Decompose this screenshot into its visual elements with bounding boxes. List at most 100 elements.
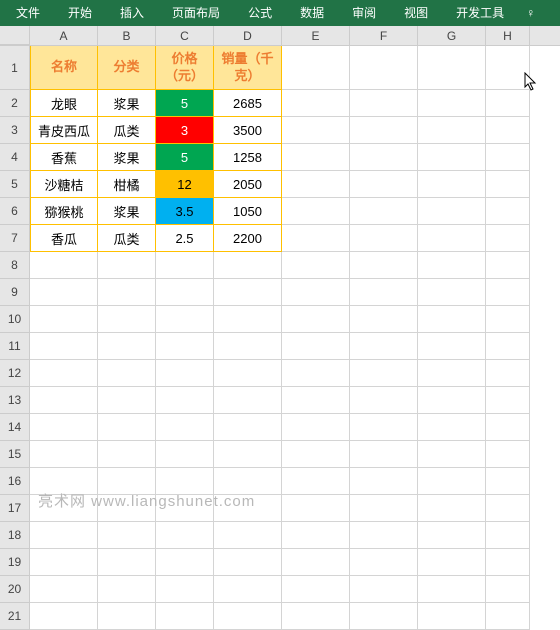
cell-cat-0[interactable]: 浆果 bbox=[98, 90, 156, 117]
cell-blank[interactable] bbox=[214, 387, 282, 414]
cell-empty[interactable] bbox=[350, 225, 418, 252]
ribbon-tab-3[interactable]: 页面布局 bbox=[158, 0, 234, 26]
cell-blank[interactable] bbox=[282, 279, 350, 306]
cell-empty[interactable] bbox=[350, 144, 418, 171]
cell-blank[interactable] bbox=[156, 387, 214, 414]
cell-blank[interactable] bbox=[350, 306, 418, 333]
cell-blank[interactable] bbox=[98, 387, 156, 414]
cell-sales-0[interactable]: 2685 bbox=[214, 90, 282, 117]
col-header-F[interactable]: F bbox=[350, 26, 418, 45]
cell-price-5[interactable]: 2.5 bbox=[156, 225, 214, 252]
col-header-G[interactable]: G bbox=[418, 26, 486, 45]
cell-blank[interactable] bbox=[156, 252, 214, 279]
col-header-D[interactable]: D bbox=[214, 26, 282, 45]
cell-blank[interactable] bbox=[156, 360, 214, 387]
row-header-10[interactable]: 10 bbox=[0, 306, 30, 333]
cell-empty[interactable] bbox=[486, 171, 530, 198]
cell-blank[interactable] bbox=[282, 387, 350, 414]
cell-empty[interactable] bbox=[350, 46, 418, 90]
cell-blank[interactable] bbox=[156, 549, 214, 576]
cell-name-3[interactable]: 沙糖桔 bbox=[30, 171, 98, 198]
col-header-C[interactable]: C bbox=[156, 26, 214, 45]
ribbon-tab-4[interactable]: 公式 bbox=[234, 0, 286, 26]
cell-blank[interactable] bbox=[156, 441, 214, 468]
cell-blank[interactable] bbox=[98, 549, 156, 576]
cell-blank[interactable] bbox=[418, 306, 486, 333]
cell-blank[interactable] bbox=[156, 333, 214, 360]
cell-empty[interactable] bbox=[418, 198, 486, 225]
cell-empty[interactable] bbox=[486, 117, 530, 144]
col-header-H[interactable]: H bbox=[486, 26, 530, 45]
cell-sales-2[interactable]: 1258 bbox=[214, 144, 282, 171]
cell-blank[interactable] bbox=[486, 252, 530, 279]
cell-blank[interactable] bbox=[282, 468, 350, 495]
cell-empty[interactable] bbox=[282, 144, 350, 171]
cell-price-4[interactable]: 3.5 bbox=[156, 198, 214, 225]
select-all-corner[interactable] bbox=[0, 26, 30, 45]
cell-blank[interactable] bbox=[156, 279, 214, 306]
cell-blank[interactable] bbox=[350, 522, 418, 549]
cell-sales-4[interactable]: 1050 bbox=[214, 198, 282, 225]
row-header-17[interactable]: 17 bbox=[0, 495, 30, 522]
cell-blank[interactable] bbox=[350, 360, 418, 387]
cell-blank[interactable] bbox=[156, 306, 214, 333]
cell-blank[interactable] bbox=[30, 333, 98, 360]
cell-blank[interactable] bbox=[98, 522, 156, 549]
ribbon-tab-5[interactable]: 数据 bbox=[286, 0, 338, 26]
cell-blank[interactable] bbox=[486, 333, 530, 360]
cell-blank[interactable] bbox=[98, 441, 156, 468]
cell-empty[interactable] bbox=[282, 90, 350, 117]
cell-blank[interactable] bbox=[30, 360, 98, 387]
cell-blank[interactable] bbox=[418, 333, 486, 360]
cell-price-0[interactable]: 5 bbox=[156, 90, 214, 117]
help-icon[interactable]: ♀ bbox=[526, 6, 535, 20]
row-header-21[interactable]: 21 bbox=[0, 603, 30, 630]
cell-blank[interactable] bbox=[418, 603, 486, 630]
cell-price-2[interactable]: 5 bbox=[156, 144, 214, 171]
cell-empty[interactable] bbox=[418, 225, 486, 252]
cell-empty[interactable] bbox=[350, 171, 418, 198]
cell-blank[interactable] bbox=[486, 603, 530, 630]
cell-empty[interactable] bbox=[350, 117, 418, 144]
row-header-19[interactable]: 19 bbox=[0, 549, 30, 576]
cell-blank[interactable] bbox=[156, 603, 214, 630]
cell-empty[interactable] bbox=[418, 171, 486, 198]
cell-blank[interactable] bbox=[418, 414, 486, 441]
cell-blank[interactable] bbox=[350, 387, 418, 414]
ribbon-tab-0[interactable]: 文件 bbox=[2, 0, 54, 26]
cell-blank[interactable] bbox=[486, 576, 530, 603]
cell-blank[interactable] bbox=[486, 387, 530, 414]
cell-blank[interactable] bbox=[156, 576, 214, 603]
row-header-20[interactable]: 20 bbox=[0, 576, 30, 603]
row-header-18[interactable]: 18 bbox=[0, 522, 30, 549]
cell-empty[interactable] bbox=[486, 225, 530, 252]
cell-blank[interactable] bbox=[486, 495, 530, 522]
row-header-16[interactable]: 16 bbox=[0, 468, 30, 495]
cell-blank[interactable] bbox=[418, 522, 486, 549]
row-header-7[interactable]: 7 bbox=[0, 225, 30, 252]
cell-empty[interactable] bbox=[282, 225, 350, 252]
cell-blank[interactable] bbox=[98, 306, 156, 333]
cell-blank[interactable] bbox=[350, 468, 418, 495]
ribbon-tab-6[interactable]: 审阅 bbox=[338, 0, 390, 26]
cell-blank[interactable] bbox=[486, 549, 530, 576]
cell-blank[interactable] bbox=[214, 441, 282, 468]
row-header-6[interactable]: 6 bbox=[0, 198, 30, 225]
row-header-3[interactable]: 3 bbox=[0, 117, 30, 144]
cell-blank[interactable] bbox=[30, 387, 98, 414]
cell-blank[interactable] bbox=[418, 252, 486, 279]
cell-empty[interactable] bbox=[282, 171, 350, 198]
cell-blank[interactable] bbox=[418, 441, 486, 468]
cell-blank[interactable] bbox=[282, 333, 350, 360]
cell-blank[interactable] bbox=[98, 360, 156, 387]
cell-empty[interactable] bbox=[350, 198, 418, 225]
cell-blank[interactable] bbox=[30, 522, 98, 549]
cell-blank[interactable] bbox=[30, 306, 98, 333]
cell-blank[interactable] bbox=[350, 495, 418, 522]
cell-blank[interactable] bbox=[350, 252, 418, 279]
cell-blank[interactable] bbox=[282, 576, 350, 603]
cell-blank[interactable] bbox=[418, 360, 486, 387]
cell-blank[interactable] bbox=[418, 279, 486, 306]
header-name[interactable]: 名称 bbox=[30, 46, 98, 90]
cell-blank[interactable] bbox=[30, 603, 98, 630]
